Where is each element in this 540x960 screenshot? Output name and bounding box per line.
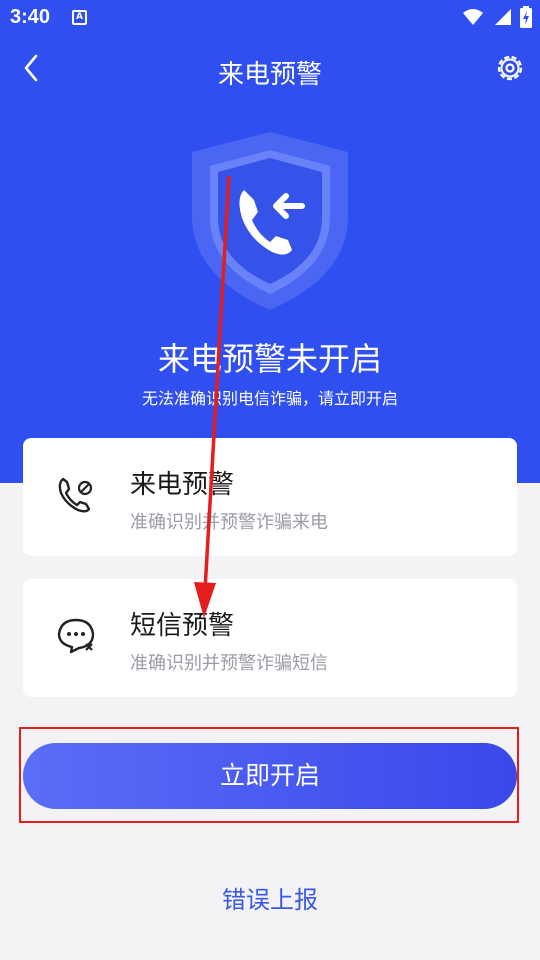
card-description: 准确识别并预警诈骗来电 <box>130 512 328 533</box>
highlight-box <box>19 727 519 823</box>
message-block-icon <box>57 618 95 654</box>
hero-heading: 来电预警未开启 <box>157 340 382 378</box>
page-title: 来电预警 <box>217 60 322 90</box>
wifi-icon <box>463 9 483 25</box>
settings-button[interactable] <box>492 50 528 86</box>
hero-banner: 3:40 A 来电预警 来电预警未开启 无法准确识别电信诈骗，请立即开启 <box>0 0 540 483</box>
status-bar: 3:40 A <box>0 0 540 36</box>
notification-icon: A <box>72 10 87 25</box>
signal-icon <box>495 9 511 25</box>
battery-icon <box>520 6 532 28</box>
card-title: 短信预警 <box>130 611 235 641</box>
card-description: 准确识别并预警诈骗短信 <box>130 653 328 674</box>
status-icons <box>462 6 532 28</box>
sms-warning-card[interactable]: 短信预警 准确识别并预警诈骗短信 <box>23 579 517 697</box>
card-title: 来电预警 <box>130 470 235 500</box>
hero-subheading: 无法准确识别电信诈骗，请立即开启 <box>141 389 398 408</box>
report-error-link[interactable]: 错误上报 <box>0 880 540 915</box>
shield-incoming-call-icon <box>192 132 348 310</box>
top-bar: 来电预警 <box>0 36 540 106</box>
status-time: 3:40 <box>10 6 51 28</box>
gear-icon <box>497 55 523 81</box>
phone-block-icon <box>58 477 93 513</box>
call-warning-card[interactable]: 来电预警 准确识别并预警诈骗来电 <box>23 438 517 556</box>
